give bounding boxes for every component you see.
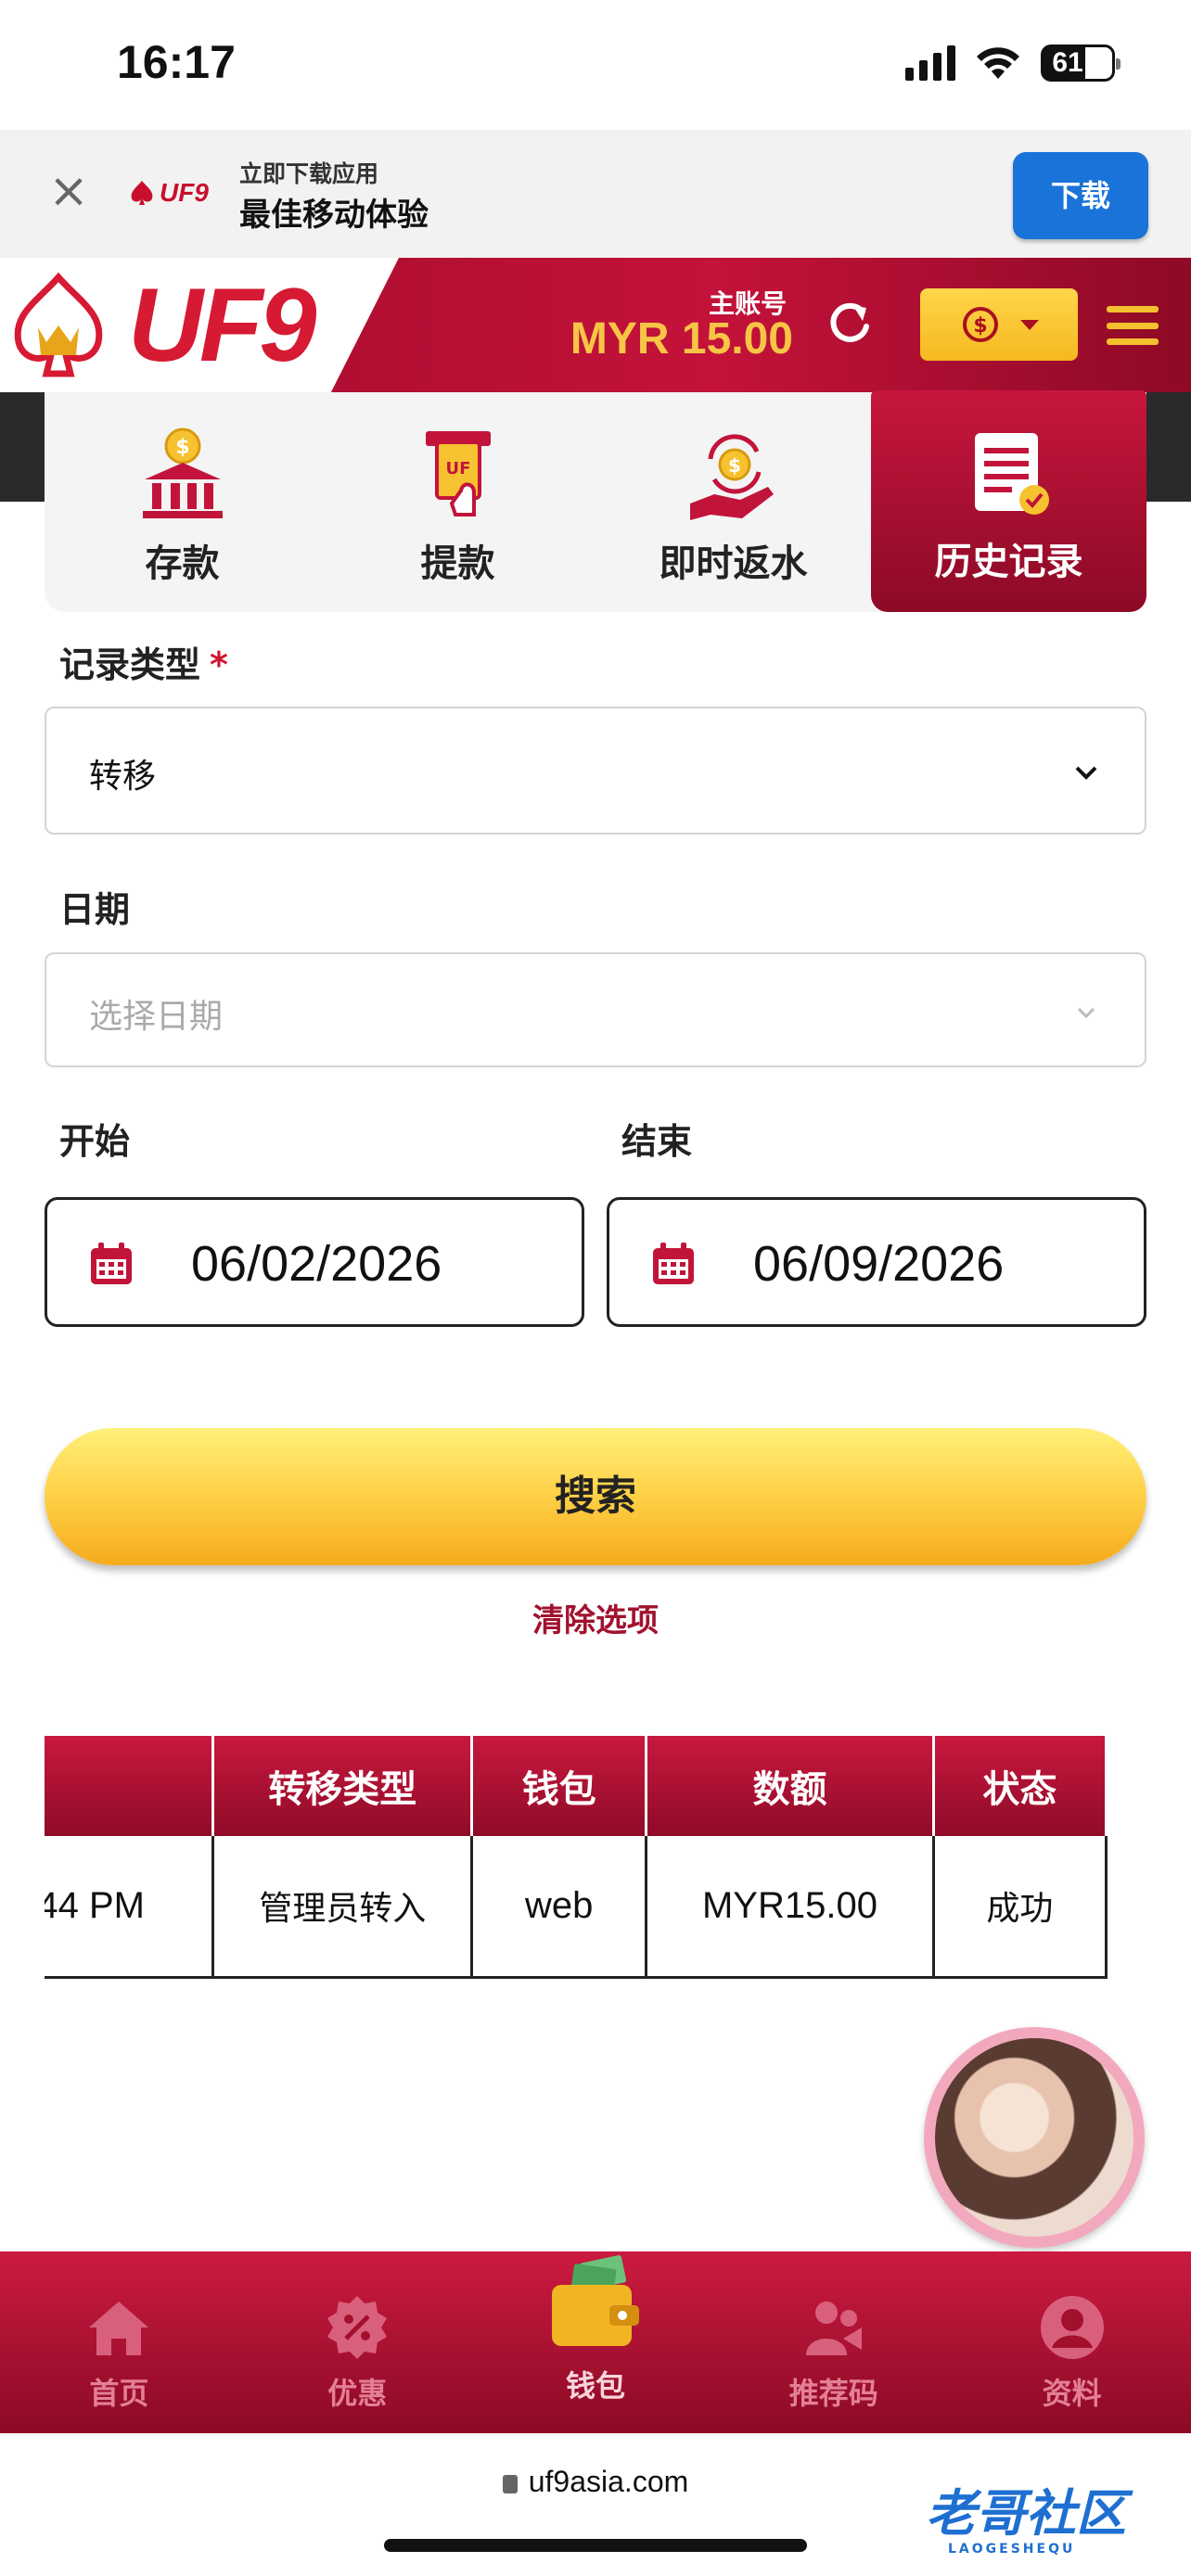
spade-crown-logo-icon <box>131 181 153 205</box>
end-label: 结束 <box>621 1121 693 1162</box>
lock-icon <box>502 2475 518 2493</box>
site-header: UF9 主账号 MYR 15.00 $ <box>0 258 1191 392</box>
promo-percent-icon <box>327 2296 388 2359</box>
banner-title: 最佳移动体验 <box>239 197 429 234</box>
app-download-banner: × UF9 立即下载应用 最佳移动体验 下载 <box>0 130 1191 258</box>
record-type-label: 记录类型 * <box>59 644 228 685</box>
cell-amount: MYR15.00 <box>645 1836 935 1979</box>
account-balance: MYR 15.00 <box>570 314 793 363</box>
table-row: 2:44 PM 管理员转入 web MYR15.00 成功 <box>45 1836 1108 1979</box>
nav-label-promotions: 优惠 <box>327 2376 388 2411</box>
banner-logo-text: UF9 <box>160 178 209 207</box>
bottom-navigation: 首页 优惠 钱包 推荐码 资料 <box>0 2251 1191 2433</box>
home-indicator[interactable] <box>384 2539 807 2552</box>
site-logo-text: UF9 <box>128 267 317 383</box>
column-header-time <box>45 1736 215 1836</box>
cellular-signal-icon <box>905 45 955 81</box>
history-table[interactable]: 转移类型 钱包 数额 状态 2:44 PM 管理员转入 web MYR15.00… <box>45 1736 1145 1979</box>
cell-transfer-type: 管理员转入 <box>211 1836 474 1979</box>
clear-filters-link[interactable]: 清除选项 <box>0 1595 1191 1640</box>
chevron-down-icon <box>1020 319 1039 330</box>
atm-withdraw-icon: UF <box>425 431 491 516</box>
tab-deposit[interactable]: $ 存款 <box>45 392 320 612</box>
date-label: 日期 <box>59 889 131 930</box>
start-date-field[interactable]: 06/02/2026 <box>45 1197 584 1327</box>
browser-address-bar: uf9asia.com 老哥社区 LAOGESHEQU <box>0 2433 1191 2576</box>
tab-withdraw[interactable]: UF 提款 <box>320 392 596 612</box>
cell-wallet: web <box>470 1836 648 1979</box>
wifi-icon <box>977 47 1019 79</box>
nav-label-wallet: 钱包 <box>565 2368 625 2404</box>
column-header-wallet: 钱包 <box>470 1736 648 1836</box>
start-date-value: 06/02/2026 <box>191 1236 442 1292</box>
banner-logo: UF9 <box>128 178 209 208</box>
svg-text:$: $ <box>973 314 987 338</box>
column-header-transfer-type: 转移类型 <box>211 1736 474 1836</box>
bank-coin-icon: $ <box>142 427 223 518</box>
svg-text:$: $ <box>728 454 741 477</box>
battery-level: 61 <box>1052 47 1083 78</box>
search-button[interactable]: 搜索 <box>45 1428 1146 1565</box>
tab-history-label: 历史记录 <box>934 541 1083 583</box>
nav-label-referral: 推荐码 <box>788 2376 878 2411</box>
tab-history[interactable]: 历史记录 <box>871 390 1146 612</box>
history-document-icon <box>974 433 1049 515</box>
currency-exchange-icon: $ <box>963 307 998 342</box>
tab-cashback-label: 即时返水 <box>659 542 808 585</box>
history-table-grid: 转移类型 钱包 数额 状态 2:44 PM 管理员转入 web MYR15.00… <box>45 1736 1108 1979</box>
wallet-switch-dropdown[interactable]: $ <box>920 288 1078 361</box>
record-type-value: 转移 <box>89 758 157 796</box>
download-button[interactable]: 下载 <box>1013 152 1148 239</box>
refresh-icon[interactable] <box>826 299 874 347</box>
start-label: 开始 <box>59 1121 131 1162</box>
home-icon <box>89 2302 149 2355</box>
calendar-icon <box>91 1243 132 1284</box>
nav-label-profile: 资料 <box>1042 2376 1102 2411</box>
referral-icon <box>805 2302 862 2355</box>
column-header-status: 状态 <box>931 1736 1108 1836</box>
status-bar: 16:17 61 <box>0 0 1191 130</box>
date-range-select[interactable]: 选择日期 <box>45 952 1146 1067</box>
nav-label-home: 首页 <box>89 2376 149 2411</box>
column-header-amount: 数额 <box>645 1736 935 1836</box>
status-time: 16:17 <box>117 36 236 88</box>
table-header-row: 转移类型 钱包 数额 状态 <box>45 1736 1108 1836</box>
nav-item-promotions[interactable]: 优惠 <box>238 2251 477 2433</box>
svg-text:$: $ <box>175 436 189 459</box>
record-type-select[interactable]: 转移 <box>45 707 1146 835</box>
nav-item-home[interactable]: 首页 <box>0 2251 238 2433</box>
date-placeholder: 选择日期 <box>89 998 224 1036</box>
nav-item-referral[interactable]: 推荐码 <box>714 2251 953 2433</box>
cell-status: 成功 <box>931 1836 1108 1979</box>
wallet-tabs: $ 存款 UF 提款 $ 即时返水 历史记录 <box>45 390 1146 612</box>
site-logo[interactable]: UF9 <box>7 265 317 386</box>
tab-deposit-label: 存款 <box>145 542 220 585</box>
required-mark: * <box>210 644 228 685</box>
nav-item-wallet[interactable]: 钱包 <box>477 2251 715 2433</box>
cell-time: 2:44 PM <box>45 1836 215 1979</box>
profile-icon <box>1040 2296 1104 2359</box>
avatar-image <box>935 2038 1133 2237</box>
wallet-icon <box>551 2255 639 2346</box>
banner-subtitle: 立即下载应用 <box>239 160 379 187</box>
chevron-down-icon <box>1075 766 1097 780</box>
svg-text:UF: UF <box>445 459 470 478</box>
hamburger-menu-icon[interactable] <box>1107 306 1159 345</box>
battery-icon: 61 <box>1041 45 1121 82</box>
calendar-icon <box>653 1243 694 1284</box>
chevron-down-icon <box>1077 1007 1095 1019</box>
end-date-field[interactable]: 06/09/2026 <box>607 1197 1146 1327</box>
spade-crown-logo-icon <box>14 272 103 377</box>
hand-coin-cashback-icon: $ <box>689 434 774 520</box>
nav-item-profile[interactable]: 资料 <box>953 2251 1191 2433</box>
end-date-value: 06/09/2026 <box>753 1236 1005 1292</box>
live-chat-avatar[interactable] <box>924 2027 1145 2248</box>
status-indicators: 61 <box>905 45 1121 82</box>
watermark: 老哥社区 LAOGESHEQU <box>926 2484 1126 2557</box>
close-icon[interactable]: × <box>46 167 91 215</box>
tab-cashback[interactable]: $ 即时返水 <box>596 392 871 612</box>
tab-withdraw-label: 提款 <box>420 542 495 585</box>
